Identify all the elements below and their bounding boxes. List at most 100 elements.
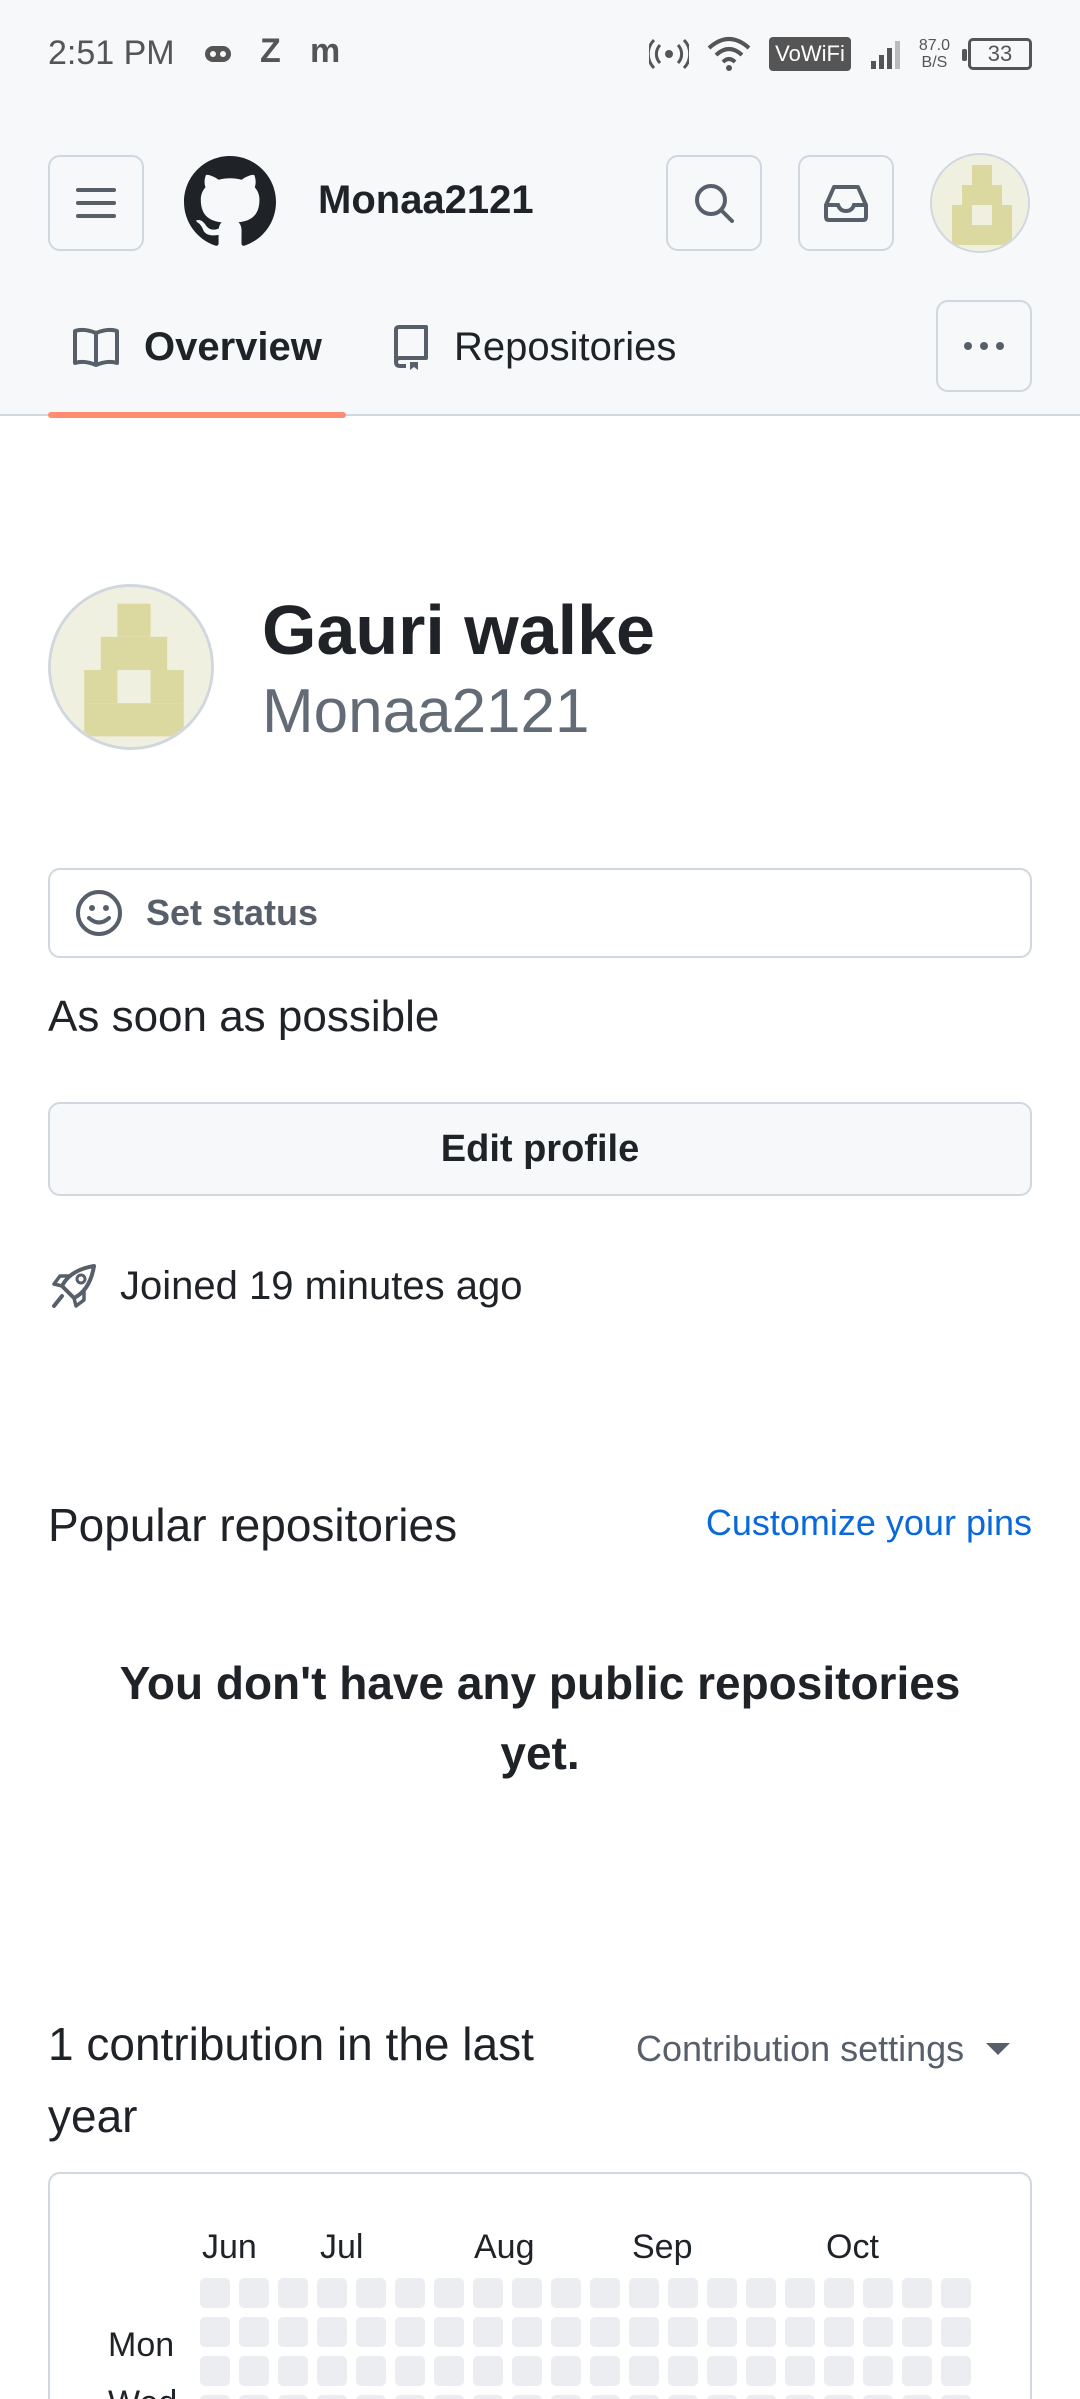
contribution-cell[interactable] (395, 2356, 425, 2386)
contribution-cell[interactable] (902, 2317, 932, 2347)
contribution-cell[interactable] (707, 2317, 737, 2347)
contribution-graph: Jun Jul Aug Sep Oct Mon Wed (48, 2172, 1032, 2399)
contribution-cell[interactable] (551, 2278, 581, 2308)
caret-down-icon (986, 2043, 1011, 2055)
contribution-cell[interactable] (707, 2278, 737, 2308)
contribution-cell[interactable] (668, 2317, 698, 2347)
contribution-cell[interactable] (395, 2278, 425, 2308)
contribution-cell[interactable] (239, 2395, 269, 2399)
contribution-cell[interactable] (278, 2278, 308, 2308)
contribution-cell[interactable] (551, 2317, 581, 2347)
contribution-settings-dropdown[interactable]: Contribution settings (636, 2028, 1011, 2070)
header-username[interactable]: Monaa2121 (318, 178, 534, 223)
contribution-cell[interactable] (512, 2356, 542, 2386)
contribution-cell[interactable] (863, 2278, 893, 2308)
contribution-cell[interactable] (902, 2356, 932, 2386)
contribution-cell[interactable] (317, 2278, 347, 2308)
set-status-button[interactable]: Set status (48, 868, 1032, 958)
contribution-cell[interactable] (629, 2395, 659, 2399)
contribution-cell[interactable] (785, 2317, 815, 2347)
contribution-cell[interactable] (863, 2395, 893, 2399)
contribution-cell[interactable] (824, 2395, 854, 2399)
contribution-cell[interactable] (863, 2317, 893, 2347)
contribution-cell[interactable] (707, 2395, 737, 2399)
github-logo-icon[interactable] (184, 156, 276, 248)
contribution-cell[interactable] (278, 2356, 308, 2386)
contribution-cell[interactable] (434, 2356, 464, 2386)
contribution-cell[interactable] (629, 2317, 659, 2347)
profile-avatar[interactable] (48, 584, 214, 750)
contribution-cell[interactable] (746, 2395, 776, 2399)
contribution-cell[interactable] (434, 2278, 464, 2308)
contribution-cell[interactable] (785, 2356, 815, 2386)
contribution-cell[interactable] (590, 2356, 620, 2386)
contribution-cell[interactable] (395, 2395, 425, 2399)
contribution-cell[interactable] (239, 2317, 269, 2347)
contribution-cell[interactable] (590, 2317, 620, 2347)
menu-button[interactable] (48, 155, 144, 251)
contribution-cell[interactable] (629, 2356, 659, 2386)
contribution-cell[interactable] (668, 2278, 698, 2308)
contribution-cell[interactable] (824, 2278, 854, 2308)
edit-profile-button[interactable]: Edit profile (48, 1102, 1032, 1196)
contribution-cell[interactable] (941, 2317, 971, 2347)
contribution-cell[interactable] (824, 2356, 854, 2386)
contribution-cell[interactable] (941, 2395, 971, 2399)
contribution-cell[interactable] (902, 2395, 932, 2399)
contribution-cell[interactable] (356, 2317, 386, 2347)
contribution-cell[interactable] (473, 2317, 503, 2347)
contribution-cell[interactable] (356, 2356, 386, 2386)
contribution-cell[interactable] (200, 2356, 230, 2386)
contribution-cell[interactable] (746, 2356, 776, 2386)
contribution-cell[interactable] (278, 2317, 308, 2347)
contribution-cell[interactable] (317, 2356, 347, 2386)
contribution-cell[interactable] (590, 2395, 620, 2399)
customize-pins-link[interactable]: Customize your pins (706, 1502, 1032, 1544)
contribution-cell[interactable] (941, 2278, 971, 2308)
contribution-cell[interactable] (590, 2278, 620, 2308)
contribution-cell[interactable] (941, 2356, 971, 2386)
contribution-cell[interactable] (629, 2278, 659, 2308)
contribution-cell[interactable] (473, 2356, 503, 2386)
tab-repositories[interactable]: Repositories (392, 278, 676, 416)
contribution-cell[interactable] (824, 2317, 854, 2347)
month-label: Oct (826, 2228, 879, 2266)
tab-overview[interactable]: Overview (48, 278, 346, 418)
contribution-cell[interactable] (512, 2317, 542, 2347)
contribution-cell[interactable] (200, 2317, 230, 2347)
contribution-cell[interactable] (707, 2356, 737, 2386)
contribution-cell[interactable] (239, 2356, 269, 2386)
contribution-cell[interactable] (551, 2356, 581, 2386)
contribution-cell[interactable] (746, 2278, 776, 2308)
contribution-cell[interactable] (785, 2395, 815, 2399)
contribution-cell[interactable] (239, 2278, 269, 2308)
contribution-cell[interactable] (902, 2278, 932, 2308)
contribution-cell[interactable] (317, 2395, 347, 2399)
contribution-cell[interactable] (200, 2395, 230, 2399)
net-speed-unit: B/S (921, 54, 948, 71)
contribution-cell[interactable] (278, 2395, 308, 2399)
contribution-cell[interactable] (356, 2395, 386, 2399)
more-tabs-button[interactable] (936, 300, 1032, 392)
user-avatar-button[interactable] (930, 153, 1030, 253)
inbox-button[interactable] (798, 155, 894, 251)
contribution-cell[interactable] (317, 2317, 347, 2347)
contribution-cell[interactable] (863, 2356, 893, 2386)
contribution-cell[interactable] (668, 2356, 698, 2386)
contribution-cell[interactable] (668, 2395, 698, 2399)
contribution-cell[interactable] (434, 2317, 464, 2347)
contribution-cell[interactable] (356, 2278, 386, 2308)
search-button[interactable] (666, 155, 762, 251)
contribution-cell[interactable] (473, 2395, 503, 2399)
contribution-cell[interactable] (395, 2317, 425, 2347)
contribution-cell[interactable] (512, 2278, 542, 2308)
day-label: Mon (108, 2326, 175, 2364)
empty-repos-message: You don't have any public repositories y… (119, 1657, 961, 1779)
contribution-cell[interactable] (473, 2278, 503, 2308)
contribution-cell[interactable] (512, 2395, 542, 2399)
contribution-cell[interactable] (200, 2278, 230, 2308)
contribution-cell[interactable] (746, 2317, 776, 2347)
contribution-cell[interactable] (434, 2395, 464, 2399)
contribution-cell[interactable] (551, 2395, 581, 2399)
contribution-cell[interactable] (785, 2278, 815, 2308)
